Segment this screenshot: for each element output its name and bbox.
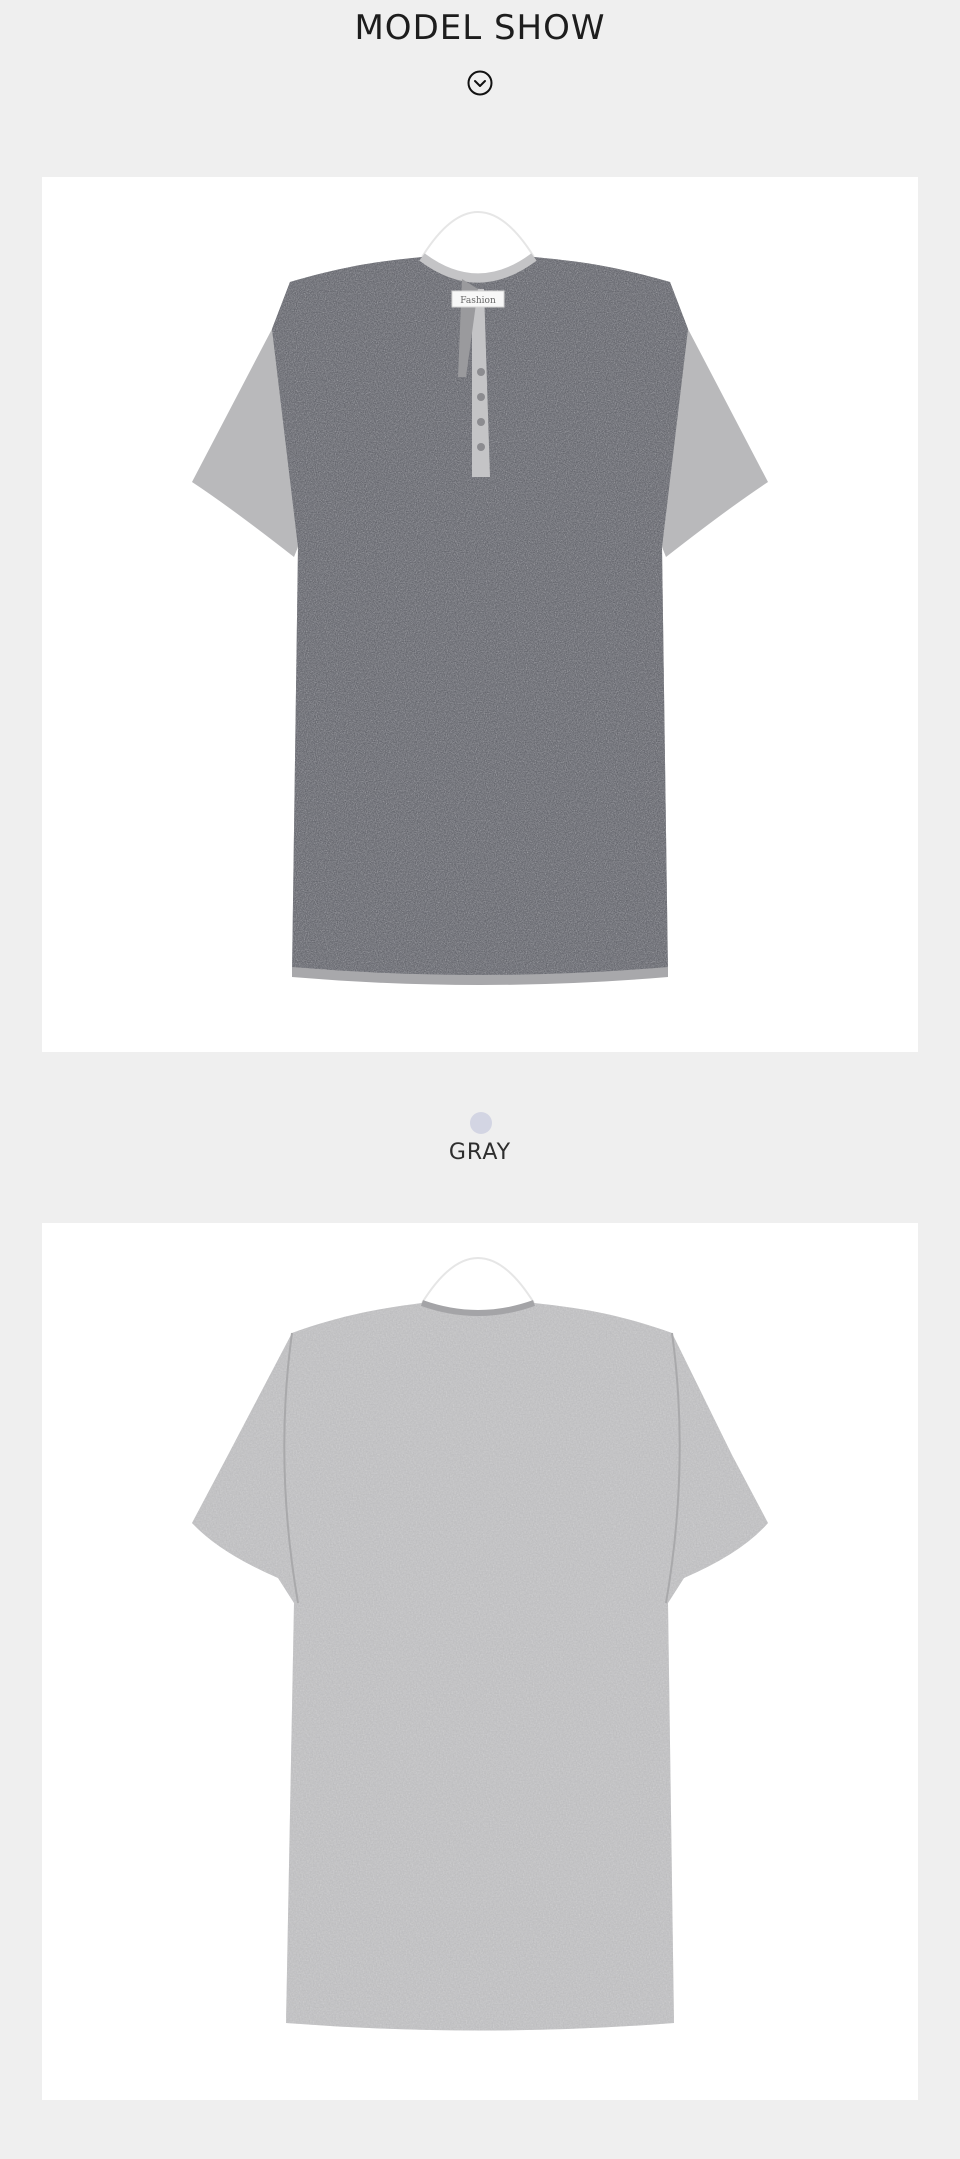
chevron-down-icon[interactable] bbox=[465, 68, 495, 98]
color-option-label: GRAY bbox=[448, 1140, 512, 1165]
front-product-image: Fashion bbox=[42, 177, 918, 1052]
tag-label: Fashion bbox=[460, 296, 496, 306]
color-swatch-gray[interactable] bbox=[470, 1112, 492, 1134]
back-product-image bbox=[42, 1223, 918, 2100]
section-title: MODEL SHOW bbox=[354, 8, 606, 48]
